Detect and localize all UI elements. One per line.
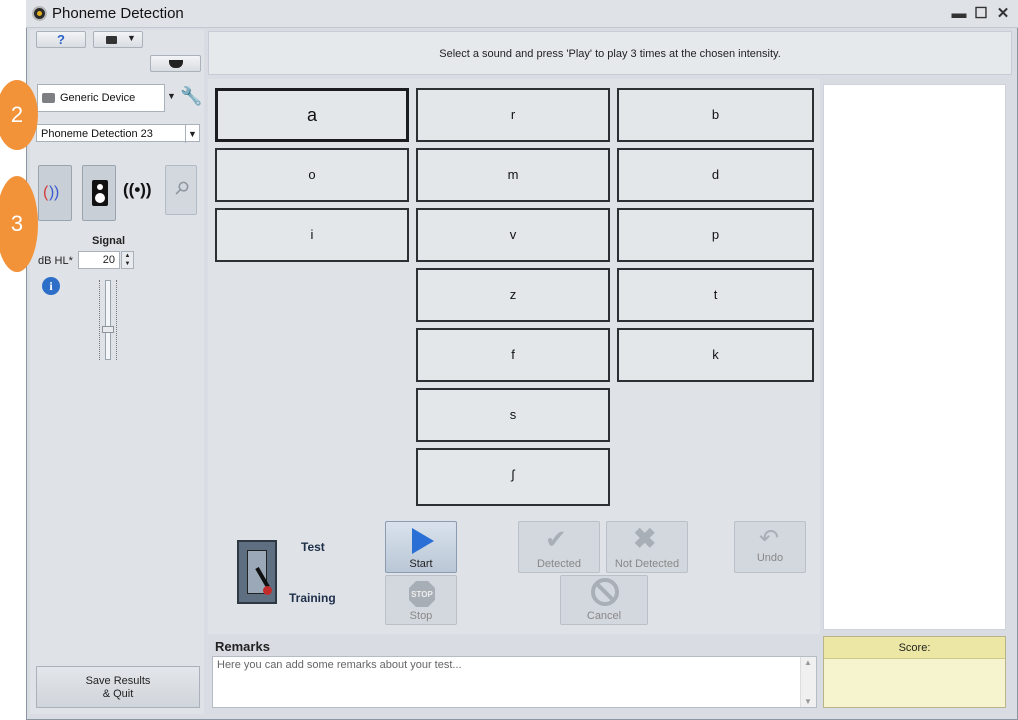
phoneme-button-k[interactable]: k	[617, 328, 814, 382]
test-select[interactable]: Phoneme Detection 23 ▼	[36, 124, 200, 143]
tool-button[interactable]	[150, 55, 201, 72]
headphones-button[interactable]: ( ) )	[38, 165, 72, 221]
chevron-down-icon: ▼	[127, 33, 136, 43]
signal-title: Signal	[92, 235, 126, 247]
db-label: dB HL*	[38, 255, 73, 267]
phoneme-button-d[interactable]: d	[617, 148, 814, 202]
db-stepper[interactable]: ▲ ▼	[121, 251, 134, 269]
x-mark-icon: ✖	[633, 523, 657, 554]
remarks-scrollbar[interactable]: ▲ ▼	[800, 657, 816, 707]
phoneme-button-a[interactable]: a	[215, 88, 409, 142]
camera-button[interactable]: ▼	[93, 31, 143, 48]
scroll-up-icon[interactable]: ▲	[804, 658, 812, 667]
score-panel: Score:	[823, 636, 1006, 708]
close-icon[interactable]: ✕	[994, 6, 1012, 22]
db-input[interactable]: 20	[78, 251, 120, 269]
not-detected-button[interactable]: ✖ Not Detected	[606, 521, 688, 573]
checkmark-icon: ✔	[545, 524, 567, 554]
help-button[interactable]: ?	[36, 31, 86, 48]
remarks-input[interactable]: Here you can add some remarks about your…	[212, 656, 817, 708]
cancel-button[interactable]: Cancel	[560, 575, 648, 625]
play-icon	[412, 528, 434, 554]
minimize-icon[interactable]: ▬	[950, 6, 968, 22]
instruction-bar: Select a sound and press 'Play' to play …	[208, 31, 1012, 75]
device-dropdown-icon[interactable]: ▼	[167, 91, 176, 101]
freefield-icon[interactable]: ((•))	[123, 180, 152, 200]
phoneme-button-f[interactable]: f	[416, 328, 610, 382]
level-slider-track[interactable]	[105, 280, 111, 360]
speaker-button[interactable]	[82, 165, 116, 221]
switch-knob	[263, 586, 272, 595]
maximize-icon[interactable]: ☐	[972, 6, 990, 22]
help-icon: ?	[57, 32, 65, 47]
mode-test-label[interactable]: Test	[301, 540, 325, 554]
phoneme-button-r[interactable]: r	[416, 88, 610, 142]
score-label: Score:	[824, 637, 1005, 659]
detected-button[interactable]: ✔ Detected	[518, 521, 600, 573]
phoneme-button-v[interactable]: v	[416, 208, 610, 262]
mode-switch[interactable]	[237, 540, 277, 604]
svg-text:STOP: STOP	[411, 590, 433, 599]
test-select-label: Phoneme Detection 23	[41, 128, 153, 140]
phoneme-button-o[interactable]: o	[215, 148, 409, 202]
undo-button[interactable]: ↶ Undo	[734, 521, 806, 573]
device-icon	[42, 93, 55, 103]
wrench-icon[interactable]: 🔧	[180, 86, 202, 110]
start-button[interactable]: Start	[385, 521, 457, 573]
phoneme-button-s[interactable]: s	[416, 388, 610, 442]
app-logo-icon	[32, 6, 47, 21]
info-icon[interactable]: i	[42, 277, 60, 295]
microphone-icon: ⚲	[170, 176, 194, 200]
save-results-button[interactable]: Save Results & Quit	[36, 666, 200, 708]
device-select[interactable]: Generic Device	[37, 84, 165, 112]
undo-icon: ↶	[759, 525, 780, 552]
camera-icon	[106, 36, 117, 44]
results-panel	[823, 84, 1006, 630]
level-slider-thumb[interactable]	[102, 326, 114, 333]
mode-training-label[interactable]: Training	[289, 591, 336, 605]
microphone-button[interactable]: ⚲	[165, 165, 197, 215]
phoneme-button-sh[interactable]: ʃ	[416, 448, 610, 506]
phoneme-button-t[interactable]: t	[617, 268, 814, 322]
window-title: Phoneme Detection	[52, 5, 184, 22]
phoneme-button-m[interactable]: m	[416, 148, 610, 202]
phoneme-button-z[interactable]: z	[416, 268, 610, 322]
phoneme-button-i[interactable]: i	[215, 208, 409, 262]
stop-button[interactable]: STOP Stop	[385, 575, 457, 625]
stop-icon: STOP	[409, 581, 435, 607]
remarks-label: Remarks	[215, 639, 270, 654]
device-label: Generic Device	[60, 92, 136, 104]
bowl-icon	[169, 60, 183, 68]
chevron-down-icon: ▼	[185, 125, 199, 143]
left-ear-icon: (	[43, 184, 49, 201]
scroll-down-icon[interactable]: ▼	[804, 697, 812, 706]
headphones-icon: )	[54, 184, 60, 201]
phoneme-button-p[interactable]: p	[617, 208, 814, 262]
phoneme-button-b[interactable]: b	[617, 88, 814, 142]
